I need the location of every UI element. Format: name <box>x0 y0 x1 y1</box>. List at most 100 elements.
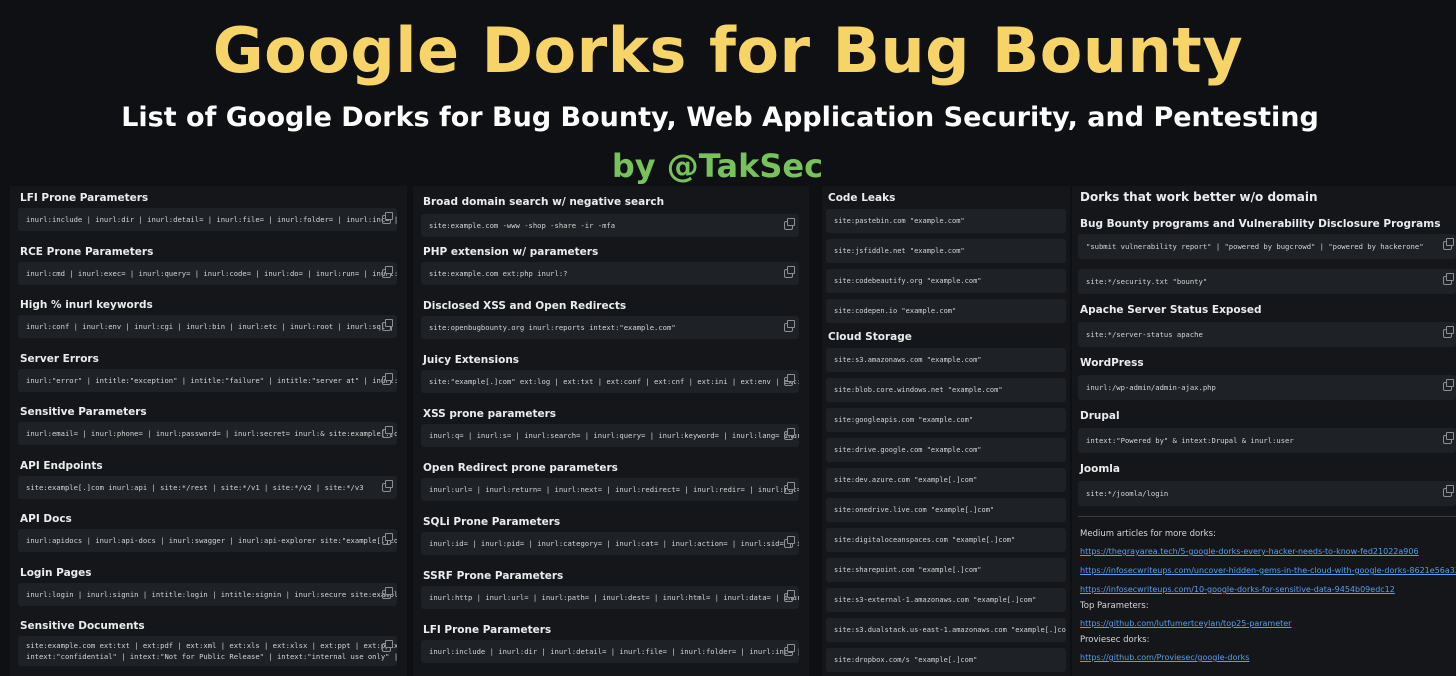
code-text: inurl:apidocs | inurl:api-docs | inurl:s… <box>26 536 397 545</box>
section-title: Broad domain search w/ negative search <box>423 196 665 208</box>
code-block[interactable]: site:codepen.io "example.com" <box>826 299 1066 323</box>
code-block[interactable]: site:s3.dualstack.us-east-1.amazonaws.co… <box>826 618 1066 642</box>
code-block[interactable]: site:s3-external-1.amazonaws.com "exampl… <box>826 588 1066 612</box>
dork-section: LFI Prone Parameters inurl:include | inu… <box>413 618 809 672</box>
copy-icon[interactable] <box>1443 485 1454 497</box>
medium-link[interactable]: https://thegrayarea.tech/5-google-dorks-… <box>1072 542 1456 561</box>
code-block[interactable]: site:dropbox.com/s "example[.]com" <box>826 648 1066 672</box>
code-block[interactable]: site:pastebin.com "example.com" <box>826 209 1066 233</box>
dork-column-3: Code Leaks site:pastebin.com "example.co… <box>822 186 1070 676</box>
code-text: "submit vulnerability report" | "powered… <box>1086 242 1424 251</box>
copy-icon[interactable] <box>1443 273 1454 285</box>
page-header: Google Dorks for Bug Bounty List of Goog… <box>0 0 1456 188</box>
code-text: inurl:include | inurl:dir | inurl:detail… <box>26 215 397 224</box>
copy-icon[interactable] <box>382 533 393 545</box>
code-block[interactable]: inurl:http | inurl:url= | inurl:path= | … <box>421 586 799 609</box>
copy-icon[interactable] <box>784 218 795 230</box>
code-block[interactable]: site:sharepoint.com "example[.]com" <box>826 558 1066 582</box>
copy-icon[interactable] <box>382 586 393 599</box>
divider <box>1078 516 1456 517</box>
proviesec-link[interactable]: https://github.com/Proviesec/google-dork… <box>1072 648 1456 667</box>
copy-icon[interactable] <box>382 319 393 331</box>
code-block[interactable]: site:*/server-status apache <box>1078 322 1456 347</box>
dork-column-2: Broad domain search w/ negative search s… <box>413 186 809 676</box>
code-block[interactable]: inurl:conf | inurl:env | inurl:cgi | inu… <box>18 315 397 338</box>
copy-icon[interactable] <box>1443 432 1454 444</box>
code-block[interactable]: site:googleapis.com "example.com" <box>826 408 1066 432</box>
code-block[interactable]: inurl:apidocs | inurl:api-docs | inurl:s… <box>18 529 397 552</box>
code-block[interactable]: inurl:"error" | intitle:"exception" | in… <box>18 368 397 392</box>
code-block[interactable]: "submit vulnerability report" | "powered… <box>1078 234 1456 259</box>
code-block[interactable]: site:digitaloceanspaces.com "example[.]c… <box>826 528 1066 552</box>
section-title: Open Redirect prone parameters <box>423 462 618 474</box>
proviesec-label: Proviesec dorks: <box>1080 635 1150 645</box>
code-block[interactable]: site:dev.azure.com "example[.]com" <box>826 468 1066 492</box>
section-title: API Endpoints <box>20 459 103 472</box>
code-text: site:example.com ext:txt | ext:pdf | ext… <box>26 641 397 661</box>
code-block[interactable]: site:*/security.txt "bounty" <box>1078 269 1456 294</box>
code-text: site:example.com ext:php inurl:? <box>429 269 568 278</box>
medium-link[interactable]: https://infosecwriteups.com/uncover-hidd… <box>1072 561 1456 580</box>
code-block[interactable]: site:example.com -www -shop -share -ir -… <box>421 214 799 237</box>
code-block[interactable]: site:blob.core.windows.net "example.com" <box>826 378 1066 402</box>
copy-icon[interactable] <box>1443 379 1454 391</box>
page-subtitle: List of Google Dorks for Bug Bounty, Web… <box>121 102 1319 133</box>
code-block[interactable]: site:onedrive.live.com "example[.]com" <box>826 498 1066 522</box>
code-block[interactable]: inurl:include | inurl:dir | inurl:detail… <box>421 640 799 663</box>
section-title: Server Errors <box>20 352 99 365</box>
code-block[interactable]: inurl:include | inurl:dir | inurl:detail… <box>18 208 397 231</box>
code-block[interactable]: site:s3.amazonaws.com "example.com" <box>826 348 1066 372</box>
copy-icon[interactable] <box>784 374 795 386</box>
code-block[interactable]: inurl:id= | inurl:pid= | inurl:category=… <box>421 532 799 555</box>
copy-icon[interactable] <box>784 428 795 440</box>
section-title: WordPress <box>1080 357 1144 369</box>
top-parameters-link[interactable]: https://github.com/lutfumertceylan/top25… <box>1072 614 1456 633</box>
copy-icon[interactable] <box>382 212 393 224</box>
code-block[interactable]: site:example[.]com inurl:api | site:*/re… <box>18 475 397 499</box>
copy-icon[interactable] <box>784 320 795 332</box>
code-block[interactable]: site:example.com ext:txt | ext:pdf | ext… <box>18 636 397 666</box>
code-block[interactable]: site:codebeautify.org "example.com" <box>826 269 1066 293</box>
code-block[interactable]: site:*/joomla/login <box>1078 481 1456 506</box>
code-block[interactable]: site:openbugbounty.org inurl:reports int… <box>421 316 799 339</box>
code-block[interactable]: inurl:url= | inurl:return= | inurl:next=… <box>421 478 799 501</box>
code-block[interactable]: site:example.com ext:php inurl:? <box>421 262 799 285</box>
dork-section: High % inurl keywords inurl:conf | inurl… <box>10 293 407 347</box>
code-block[interactable]: inurl:q= | inurl:s= | inurl:search= | in… <box>421 424 799 447</box>
code-block[interactable]: site:"example[.]com" ext:log | ext:txt |… <box>421 370 799 393</box>
dork-section: XSS prone parameters inurl:q= | inurl:s=… <box>413 402 809 456</box>
copy-icon[interactable] <box>382 479 393 492</box>
copy-icon[interactable] <box>784 482 795 494</box>
copy-icon[interactable] <box>382 426 393 438</box>
medium-link[interactable]: https://infosecwriteups.com/10-google-do… <box>1072 580 1456 599</box>
copy-icon[interactable] <box>1443 238 1454 250</box>
copy-icon[interactable] <box>784 266 795 278</box>
code-text: inurl:include | inurl:dir | inurl:detail… <box>429 647 799 656</box>
copy-icon[interactable] <box>1443 326 1454 338</box>
copy-icon[interactable] <box>382 640 393 652</box>
copy-icon[interactable] <box>382 265 393 278</box>
copy-icon[interactable] <box>382 372 393 385</box>
code-block[interactable]: site:drive.google.com "example.com" <box>826 438 1066 462</box>
section-title: API Docs <box>20 513 72 525</box>
code-text: inurl:login | inurl:signin | intitle:log… <box>26 589 397 599</box>
dork-column-1: LFI Prone Parameters inurl:include | inu… <box>10 186 407 676</box>
code-block[interactable]: inurl:/wp-admin/admin-ajax.php <box>1078 375 1456 400</box>
section-title: High % inurl keywords <box>20 299 153 311</box>
code-text: inurl:cmd | inurl:exec= | inurl:query= |… <box>26 268 397 278</box>
copy-icon[interactable] <box>784 644 795 656</box>
dork-section: Login Pages inurl:login | inurl:signin |… <box>10 561 407 615</box>
section-title: LFI Prone Parameters <box>423 624 552 636</box>
code-block[interactable]: site:jsfiddle.net "example.com" <box>826 239 1066 263</box>
section-title: Sensitive Parameters <box>20 406 147 418</box>
copy-icon[interactable] <box>784 590 795 602</box>
code-block[interactable]: intext:"Powered by" & intext:Drupal & in… <box>1078 428 1456 453</box>
code-text: site:example[.]com inurl:api | site:*/re… <box>26 482 364 492</box>
copy-icon[interactable] <box>784 536 795 548</box>
code-block[interactable]: inurl:login | inurl:signin | intitle:log… <box>18 582 397 606</box>
dork-section: Disclosed XSS and Open Redirects site:op… <box>413 294 809 348</box>
code-block[interactable]: inurl:email= | inurl:phone= | inurl:pass… <box>18 422 397 445</box>
code-block[interactable]: inurl:cmd | inurl:exec= | inurl:query= |… <box>18 261 397 285</box>
dork-section: LFI Prone Parameters inurl:include | inu… <box>10 186 407 240</box>
code-text: site:*/joomla/login <box>1086 489 1169 498</box>
